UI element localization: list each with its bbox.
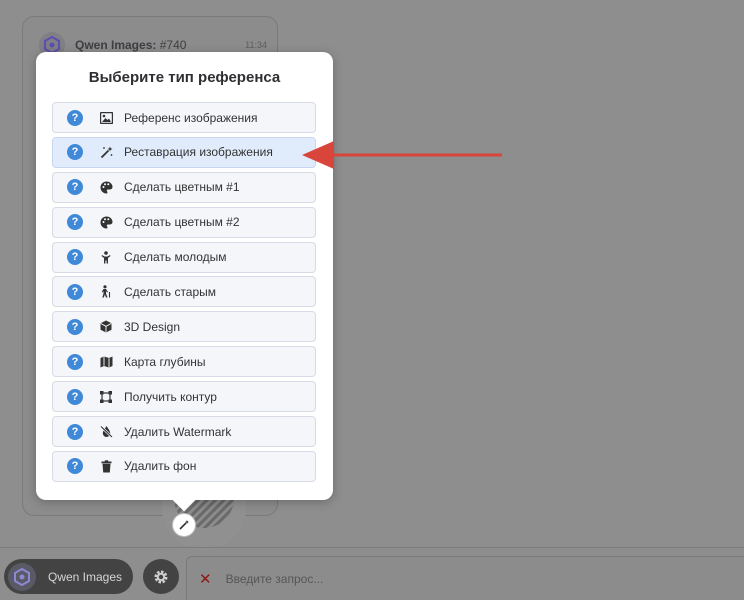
help-icon[interactable]: ? <box>67 388 83 405</box>
option-depth-map[interactable]: ? Карта глубины <box>52 346 316 378</box>
option-remove-background[interactable]: ? Удалить фон <box>52 450 316 482</box>
option-label: Референс изображения <box>124 110 258 125</box>
palette-icon <box>99 180 113 194</box>
vector-square-icon <box>99 390 113 404</box>
settings-button[interactable] <box>143 559 179 594</box>
chat-title: Qwen Images: #740 <box>75 38 187 52</box>
help-icon[interactable]: ? <box>67 179 83 196</box>
prompt-input-area[interactable]: ✕ Введите запрос... <box>186 556 744 600</box>
model-label: Qwen Images <box>48 569 123 584</box>
option-make-young[interactable]: ? Сделать молодым <box>52 241 316 273</box>
magic-wand-icon <box>99 145 113 159</box>
help-icon[interactable]: ? <box>67 144 83 161</box>
elderly-person-icon <box>99 285 113 299</box>
droplet-slash-icon <box>99 425 113 439</box>
option-label: Удалить Watermark <box>124 424 232 439</box>
help-icon[interactable]: ? <box>67 353 83 370</box>
option-image-reference[interactable]: ? Референс изображения <box>52 102 316 133</box>
help-icon[interactable]: ? <box>67 283 83 300</box>
option-colorize-1[interactable]: ? Сделать цветным #1 <box>52 171 316 203</box>
option-label: Сделать цветным #1 <box>124 180 240 195</box>
model-avatar <box>8 562 36 591</box>
reference-options-list: ? Референс изображения ? Реставрация изо… <box>52 102 316 486</box>
help-icon[interactable]: ? <box>67 109 83 126</box>
option-label: Удалить фон <box>124 459 197 474</box>
help-icon[interactable]: ? <box>67 458 83 475</box>
divider <box>0 547 744 548</box>
option-colorize-2[interactable]: ? Сделать цветным #2 <box>52 206 316 238</box>
option-make-old[interactable]: ? Сделать старым <box>52 276 316 308</box>
help-icon[interactable]: ? <box>67 318 83 335</box>
child-icon <box>99 250 113 264</box>
option-image-restoration[interactable]: ? Реставрация изображения <box>52 136 316 168</box>
model-selector-button[interactable]: Qwen Images <box>4 559 133 594</box>
option-label: 3D Design <box>124 319 181 334</box>
annotation-arrow-icon <box>302 141 502 169</box>
prompt-input[interactable]: Введите запрос... <box>226 572 324 586</box>
gear-icon <box>154 570 168 583</box>
restore-badge[interactable] <box>172 513 196 537</box>
option-label: Реставрация изображения <box>124 145 273 160</box>
reference-type-dialog: Выберите тип референса ? Референс изобра… <box>36 52 333 500</box>
map-icon <box>99 355 113 369</box>
palette-icon <box>99 215 113 229</box>
option-get-contour[interactable]: ? Получить контур <box>52 381 316 413</box>
option-label: Сделать старым <box>124 284 217 299</box>
help-icon[interactable]: ? <box>67 214 83 231</box>
message-time: 11:34 <box>245 40 267 50</box>
dialog-title: Выберите тип референса <box>88 69 281 86</box>
option-label: Получить контур <box>124 389 217 404</box>
trash-icon <box>99 459 113 473</box>
magic-wand-icon <box>179 520 189 530</box>
bot-name: Qwen Images <box>75 38 153 52</box>
option-label: Карта глубины <box>124 354 206 369</box>
qwen-logo-icon <box>14 567 30 586</box>
option-label: Сделать молодым <box>124 250 227 265</box>
cube-icon <box>99 320 113 334</box>
option-3d-design[interactable]: ? 3D Design <box>52 311 316 343</box>
help-icon[interactable]: ? <box>67 249 83 266</box>
option-remove-watermark[interactable]: ? Удалить Watermark <box>52 416 316 448</box>
image-icon <box>99 111 113 125</box>
help-icon[interactable]: ? <box>67 423 83 440</box>
clear-reference-icon[interactable]: ✕ <box>199 570 212 588</box>
option-label: Сделать цветным #2 <box>124 215 240 230</box>
message-number: #740 <box>159 38 187 52</box>
